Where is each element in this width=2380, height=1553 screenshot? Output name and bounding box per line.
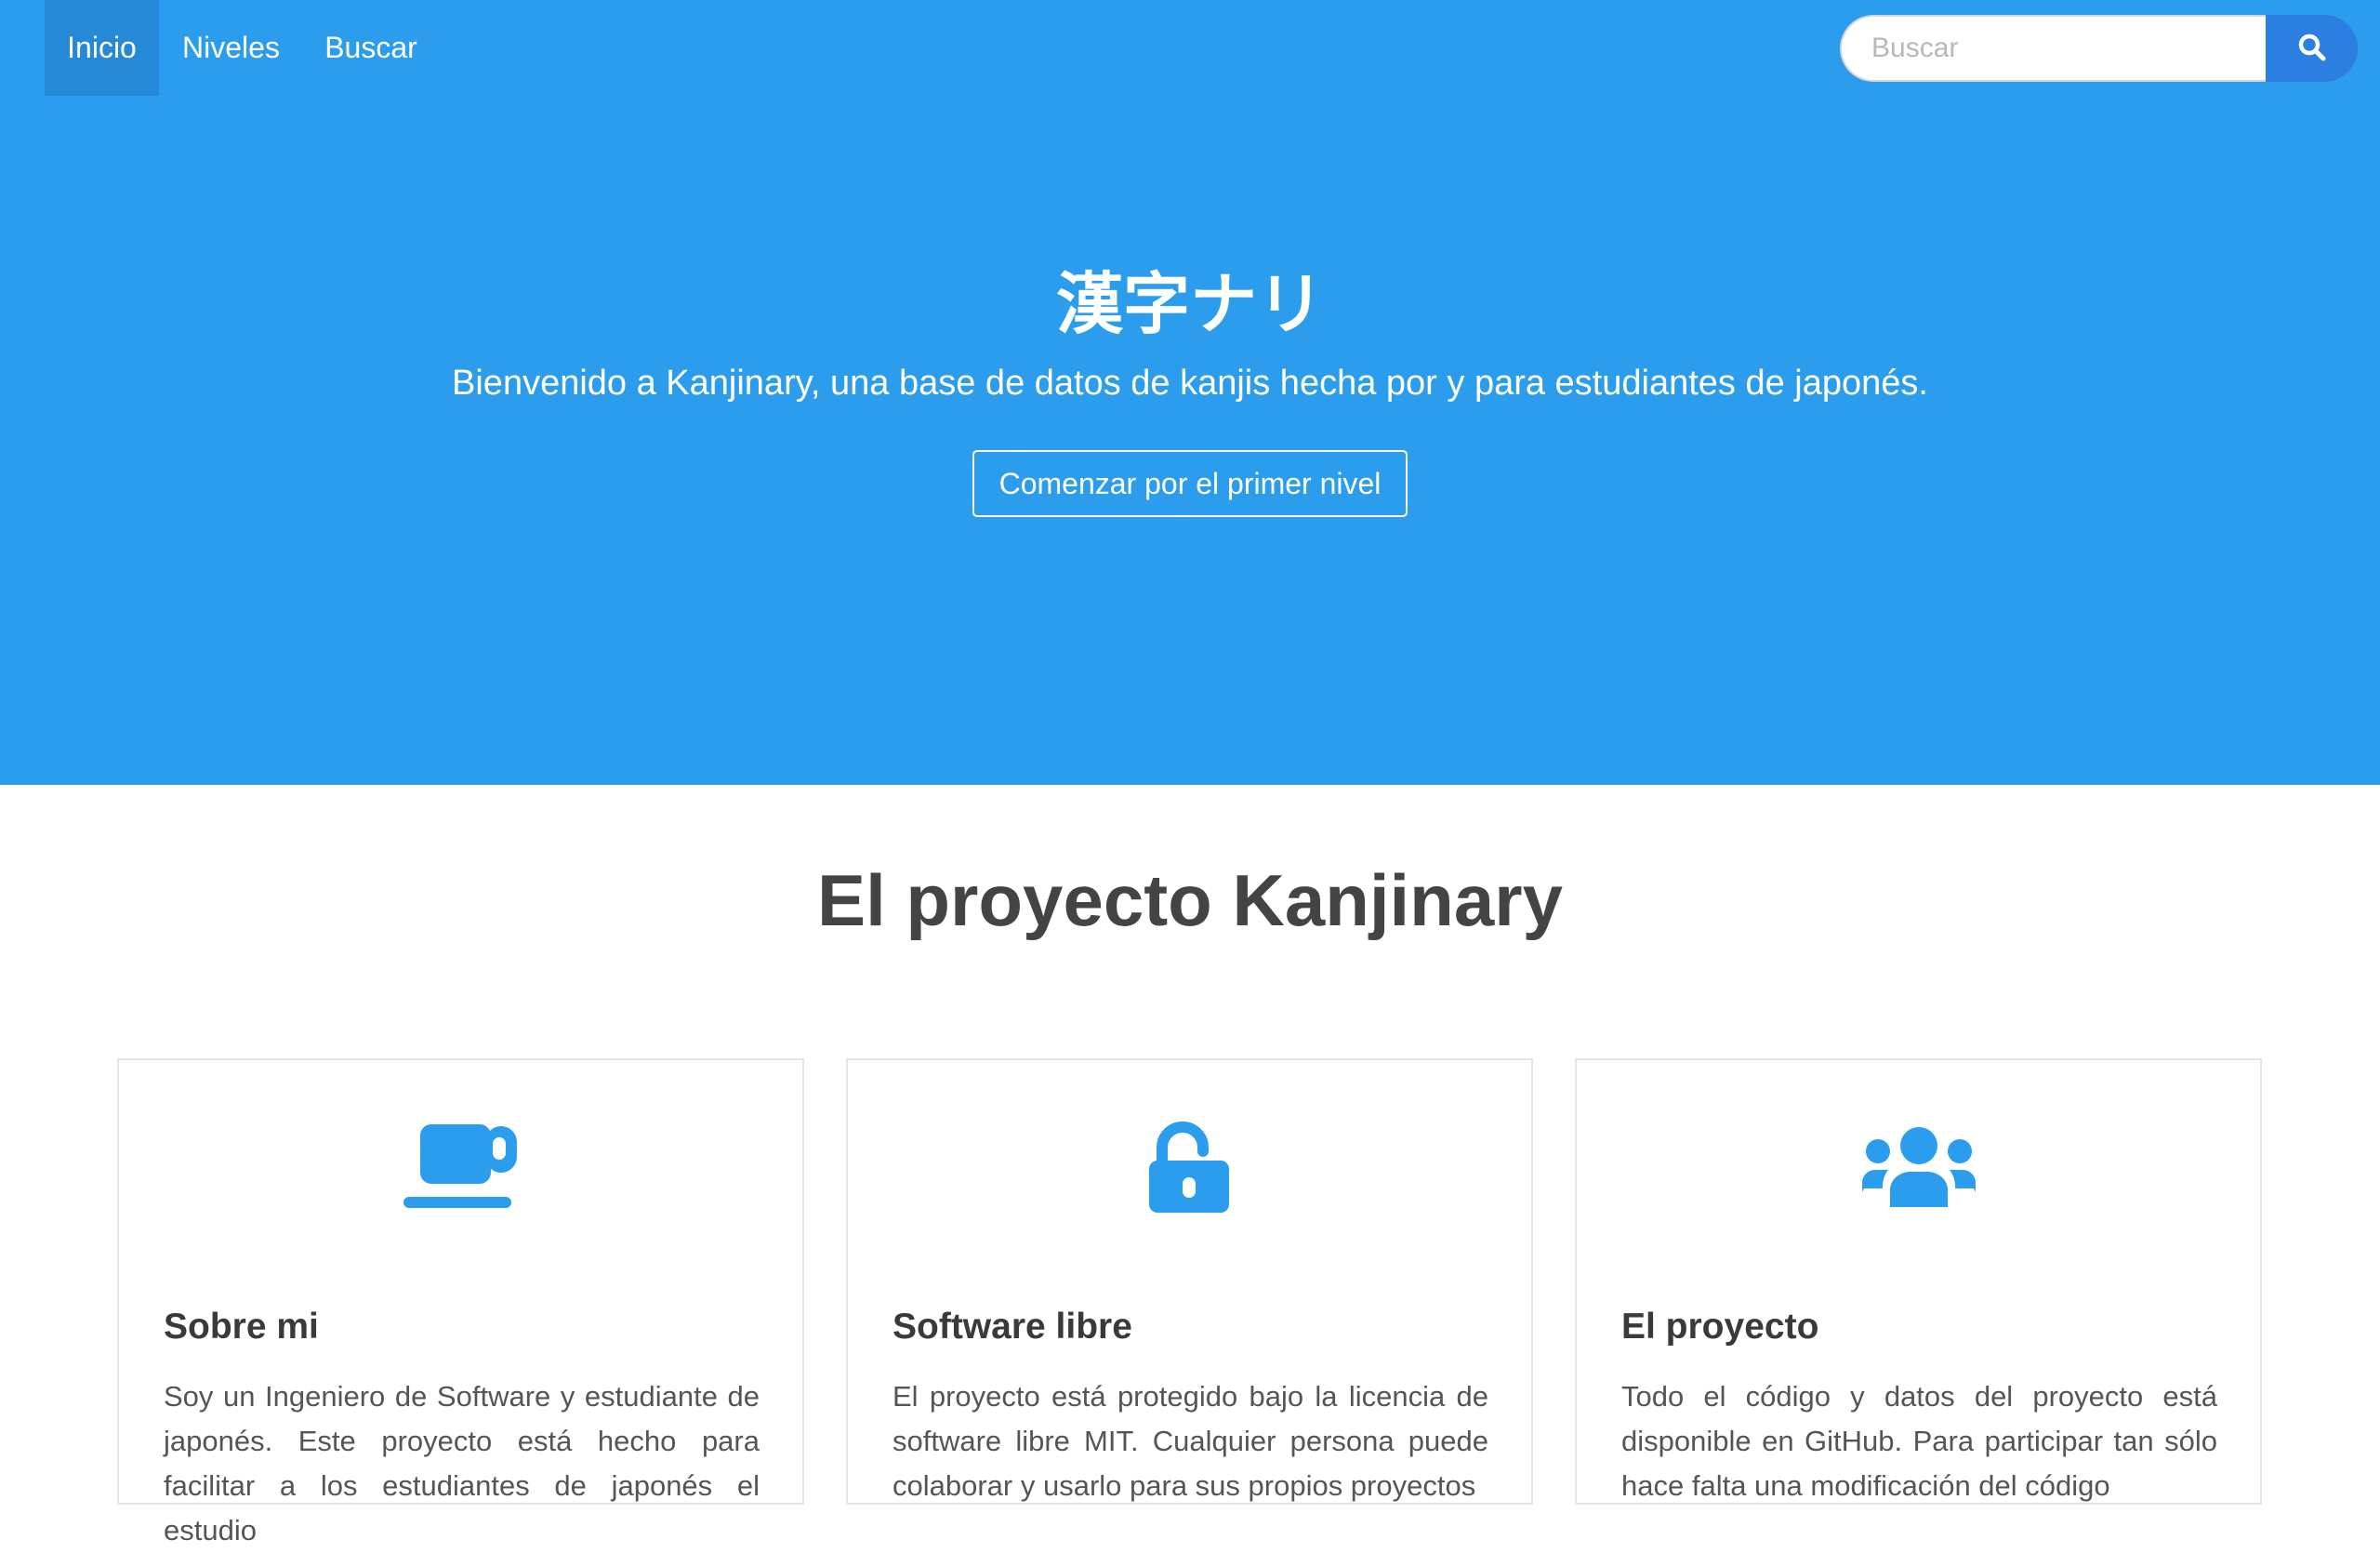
nav-link-niveles[interactable]: Niveles xyxy=(159,0,303,96)
search-input[interactable] xyxy=(1840,15,2266,82)
unlock-icon xyxy=(848,1116,1531,1218)
hero-subtitle: Bienvenido a Kanjinary, una base de dato… xyxy=(452,364,1928,403)
card-el-proyecto: El proyecto Todo el código y datos del p… xyxy=(1575,1058,2262,1505)
card-text: Soy un Ingeniero de Software y estudiant… xyxy=(164,1380,760,1546)
section-title: El proyecto Kanjinary xyxy=(817,859,1563,941)
nav-link-buscar[interactable]: Buscar xyxy=(303,0,439,96)
hero-title: 漢字ナリ xyxy=(1055,265,1324,343)
search-button[interactable] xyxy=(2266,15,2358,82)
top-navbar: Inicio Niveles Buscar xyxy=(0,0,2380,96)
coffee-cup-icon xyxy=(119,1116,802,1218)
card-title: El proyecto xyxy=(1621,1307,1819,1347)
card-sobre-mi: Sobre mi Soy un Ingeniero de Software y … xyxy=(117,1058,804,1546)
card-title: Sobre mi xyxy=(164,1307,319,1347)
card-text: Todo el código y datos del proyecto está… xyxy=(1621,1380,2217,1502)
users-icon xyxy=(1577,1116,2260,1218)
card-text: El proyecto está protegido bajo la licen… xyxy=(892,1380,1488,1502)
card-title: Software libre xyxy=(892,1307,1132,1347)
card-software-libre: Software libre El proyecto está protegid… xyxy=(846,1058,1533,1505)
search-icon xyxy=(2297,33,2327,65)
hero-banner: Inicio Niveles Buscar 漢字ナリ Bienvenido a … xyxy=(0,0,2380,785)
nav-link-inicio[interactable]: Inicio xyxy=(45,0,159,96)
start-first-level-button[interactable]: Comenzar por el primer nivel xyxy=(972,450,1408,517)
